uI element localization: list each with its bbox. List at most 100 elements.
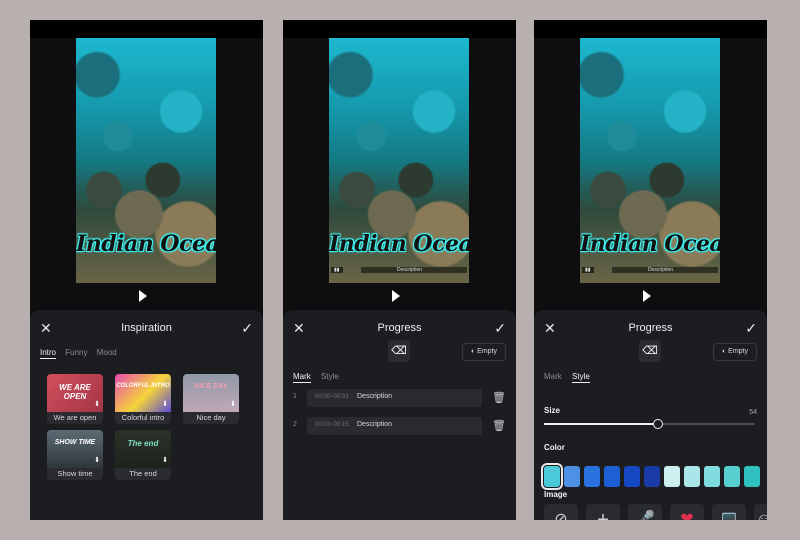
progress-panel: ✕ Progress ✓ ⌫ ◐ Empty Mark Style Size 5…	[534, 310, 767, 520]
color-swatch[interactable]	[664, 466, 680, 487]
tab-mood[interactable]: Mood	[97, 348, 117, 357]
mark-chip: ▮▮	[582, 267, 594, 273]
tab-mark[interactable]: Mark	[293, 372, 311, 383]
trash-icon[interactable]: 🗑	[492, 391, 506, 404]
thumb-text: SHOW TIME	[54, 439, 96, 446]
mark-field[interactable]: 00:00~00:03 Description	[307, 389, 482, 407]
download-icon: ⬇	[162, 457, 168, 464]
more-sticker-icon[interactable]: ☺	[754, 504, 767, 520]
mark-style-tabs: Mark Style	[544, 372, 598, 383]
color-swatch[interactable]	[744, 466, 760, 487]
color-swatch[interactable]	[684, 466, 700, 487]
mark-description: Description	[357, 393, 393, 400]
check-icon[interactable]: ✓	[494, 320, 506, 337]
template-thumbnail: COLORFUL INTRO ⬇	[115, 374, 171, 412]
download-icon: ⬇	[230, 401, 236, 408]
template-caption: The end	[129, 469, 157, 478]
color-swatch[interactable]	[644, 466, 660, 487]
empty-button[interactable]: ◐ Empty	[462, 343, 506, 361]
tab-style[interactable]: Style	[321, 372, 339, 381]
status-bar	[283, 20, 516, 38]
template-we-are-open[interactable]: WE ARE OPEN ⬇ We are open	[47, 374, 103, 424]
plus-icon[interactable]: +	[586, 504, 620, 520]
tab-intro[interactable]: Intro	[40, 348, 57, 359]
panel-title: Progress	[377, 322, 422, 334]
mark-field[interactable]: 00:03~00:15 Description	[307, 417, 482, 435]
no-image-icon[interactable]: ⊘	[544, 504, 578, 520]
trash-icon[interactable]: 🗑	[492, 419, 506, 432]
thumb-text: COLORFUL INTRO	[116, 383, 170, 389]
template-thumbnail: SHOW TIME ⬇	[47, 430, 103, 468]
template-thumbnail: NICE DAY ⬇	[183, 374, 239, 412]
template-show-time[interactable]: SHOW TIME ⬇ Show time	[47, 430, 103, 480]
panel-header: ✕ Inspiration ✓	[30, 318, 263, 340]
video-preview[interactable]: Indian Ocean ▮▮ Description	[329, 38, 469, 283]
mark-time: 00:00~00:03	[315, 394, 349, 400]
microphone-sticker-icon[interactable]: 🎤	[628, 504, 662, 520]
empty-label: Empty	[477, 348, 498, 355]
progress-mark-strip: ▮▮ Description	[582, 267, 718, 273]
template-caption: Show time	[57, 469, 93, 478]
video-title-overlay: Indian Ocean	[580, 231, 720, 257]
mark-row[interactable]: 2 00:03~00:15 Description 🗑	[291, 417, 508, 435]
empty-button[interactable]: ◐ Empty	[713, 343, 757, 361]
video-preview[interactable]: Indian Ocean	[76, 38, 216, 283]
template-caption: Colorful intro	[121, 413, 165, 422]
size-slider[interactable]	[544, 419, 755, 429]
video-preview[interactable]: Indian Ocean ▮▮ Description	[580, 38, 720, 283]
template-the-end[interactable]: The end ⬇ The end	[115, 430, 171, 480]
color-swatch[interactable]	[604, 466, 620, 487]
size-slider-knob[interactable]	[652, 419, 663, 429]
status-bar	[534, 20, 767, 38]
panel-title: Progress	[628, 322, 673, 334]
color-swatch[interactable]	[624, 466, 640, 487]
empty-label: Empty	[728, 348, 749, 355]
template-thumbnail: The end ⬇	[115, 430, 171, 468]
progress-panel: ✕ Progress ✓ ⌫ ◐ Empty Mark Style 1 00:0…	[283, 310, 516, 520]
thumb-text: WE ARE OPEN	[59, 383, 91, 401]
panel-header: ✕ Progress ✓	[283, 318, 516, 340]
screen-inspiration: Indian Ocean ✕ Inspiration ✓ Intro Funny…	[30, 20, 263, 520]
tab-style[interactable]: Style	[572, 372, 590, 383]
color-swatch[interactable]	[724, 466, 740, 487]
thumb-text: NICE DAY	[194, 383, 228, 390]
image-label: Image	[544, 490, 568, 499]
play-icon[interactable]	[643, 290, 651, 302]
color-swatch[interactable]	[564, 466, 580, 487]
panel-title: Inspiration	[121, 322, 172, 334]
color-swatch[interactable]	[541, 463, 563, 490]
tab-funny[interactable]: Funny	[65, 348, 87, 357]
play-icon[interactable]	[139, 290, 147, 302]
download-icon: ⬇	[94, 401, 100, 408]
play-icon[interactable]	[392, 290, 400, 302]
status-bar	[30, 20, 263, 38]
screen-progress-style: Indian Ocean ▮▮ Description ✕ Progress ✓…	[534, 20, 767, 520]
mark-chip: ▮▮	[331, 267, 343, 273]
template-caption: We are open	[53, 413, 97, 422]
mark-time: 00:03~00:15	[315, 422, 349, 428]
category-tabs: Intro Funny Mood	[40, 348, 124, 359]
laptop-sticker-icon[interactable]: 💻	[712, 504, 746, 520]
mark-row[interactable]: 1 00:00~00:03 Description 🗑	[291, 389, 508, 407]
tab-mark[interactable]: Mark	[544, 372, 562, 381]
mark-strip-description: Description	[612, 267, 718, 273]
color-swatch[interactable]	[584, 466, 600, 487]
template-colorful-intro[interactable]: COLORFUL INTRO ⬇ Colorful intro	[115, 374, 171, 424]
template-nice-day[interactable]: NICE DAY ⬇ Nice day	[183, 374, 239, 424]
eraser-icon[interactable]: ⌫	[388, 340, 410, 362]
check-icon[interactable]: ✓	[241, 320, 253, 337]
template-thumbnail: WE ARE OPEN ⬇	[47, 374, 103, 412]
check-icon[interactable]: ✓	[745, 320, 757, 337]
color-swatch[interactable]	[704, 466, 720, 487]
mark-number: 1	[293, 393, 297, 400]
download-icon: ⬇	[162, 401, 168, 408]
color-label: Color	[544, 443, 565, 452]
size-slider-fill	[544, 423, 658, 425]
template-caption: Nice day	[196, 413, 226, 422]
hearts-sticker-icon[interactable]: ❤	[670, 504, 704, 520]
eraser-icon[interactable]: ⌫	[639, 340, 661, 362]
mark-strip-description: Description	[361, 267, 467, 273]
progress-mark-strip: ▮▮ Description	[331, 267, 467, 273]
screen-progress-mark: Indian Ocean ▮▮ Description ✕ Progress ✓…	[283, 20, 516, 520]
video-title-overlay: Indian Ocean	[76, 231, 216, 257]
